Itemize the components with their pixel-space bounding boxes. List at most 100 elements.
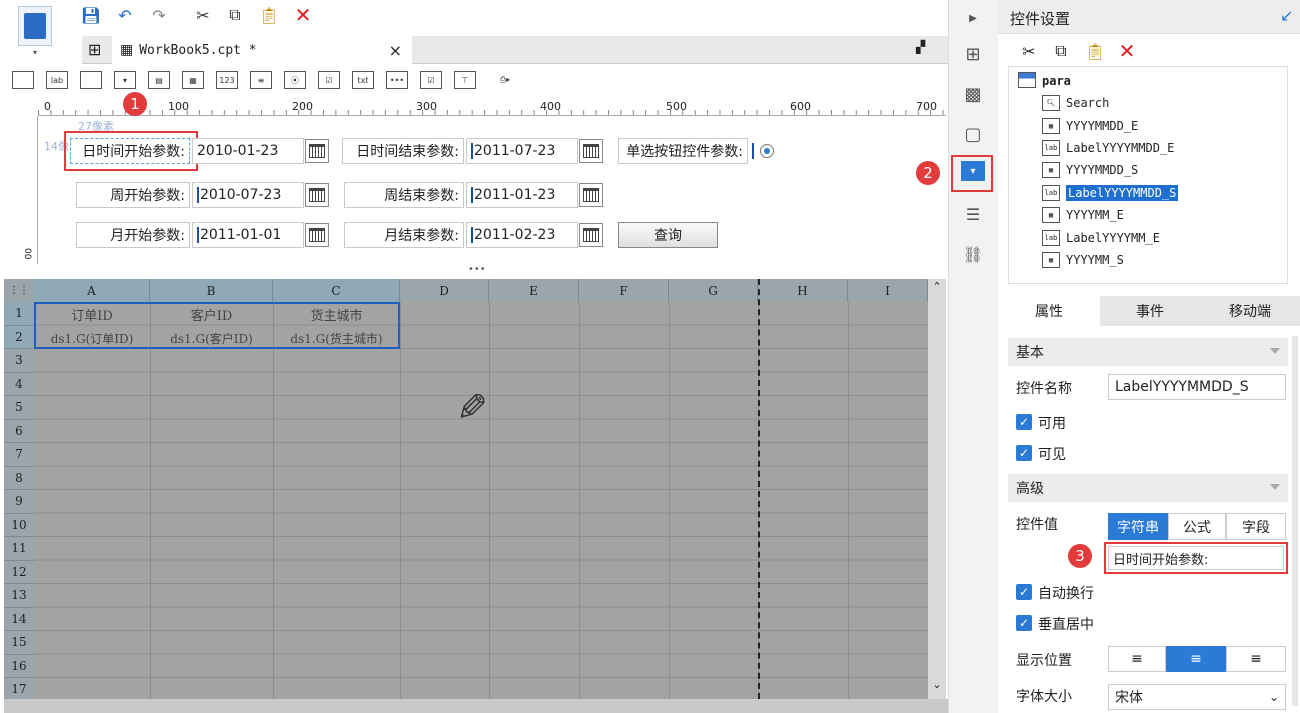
vertical-scrollbar[interactable] [928,279,946,699]
row-header-3[interactable]: 3 [4,349,34,373]
app-logo[interactable] [18,6,52,46]
radio-param-label[interactable]: 单选按钮控件参数: [618,138,748,164]
day-end-date[interactable]: 2011-07-23 [466,138,578,164]
tab-properties[interactable]: 属性 [998,296,1100,326]
undo-icon[interactable]: ↶ [114,4,136,26]
calendar-icon[interactable] [579,183,603,207]
save-icon[interactable]: 💾︎ [80,4,102,26]
row-header-7[interactable]: 7 [4,443,34,467]
textbox-widget-icon[interactable] [80,71,102,89]
cell-c1[interactable]: 货主城市 [273,303,400,326]
tree-item-label-yyyymmdd-e[interactable]: lab LabelYYYYMMDD_E [1042,138,1174,158]
combo-widget-icon[interactable]: ▤ [148,71,170,89]
widget-name-input[interactable]: LabelYYYYMMDD_S [1108,374,1286,400]
chevron-down-icon[interactable]: ▾ [18,48,52,66]
day-end-label[interactable]: 日时间结束参数: [342,138,464,164]
checkbox-widget-icon[interactable]: ☑ [420,71,442,89]
panel-scrollbar[interactable] [1292,336,1298,706]
column-header-h[interactable]: H [758,279,848,302]
textarea-widget-icon[interactable]: ≡ [250,71,272,89]
cut-icon[interactable]: ✂ [192,4,214,26]
tree-item-search[interactable]: 🔍︎ Search [1042,93,1109,113]
column-header-c[interactable]: C [273,279,400,302]
row-header-13[interactable]: 13 [4,584,34,608]
row-header-9[interactable]: 9 [4,490,34,514]
row-header-5[interactable]: 5 [4,396,34,420]
link-icon[interactable]: ⛓ [960,242,986,266]
tree-item-yyyymm-e[interactable]: ▦ YYYYMM_E [1042,205,1124,225]
cell-a1[interactable]: 订单ID [34,303,150,326]
column-header-i[interactable]: I [848,279,928,302]
week-start-date[interactable]: 2010-07-23 [192,182,304,208]
week-end-label[interactable]: 周结束参数: [344,182,464,208]
list-settings-icon[interactable]: ☰ [960,202,986,226]
query-button[interactable]: 查询 [618,222,718,248]
row-header-4[interactable]: 4 [4,372,34,396]
sheet-grid-icon[interactable]: ⊞ [88,40,108,60]
widget-info-icon[interactable]: ▩ [960,82,986,106]
frame-icon[interactable]: ▢ [960,122,986,146]
value-mode-string[interactable]: 字符串 [1108,513,1168,540]
visible-checkbox[interactable]: ✓ [1016,445,1032,461]
month-end-date[interactable]: 2011-02-23 [466,222,578,248]
password-widget-icon[interactable]: ••• [386,71,408,89]
tab-mobile[interactable]: 移动端 [1200,296,1300,326]
text-widget-icon[interactable]: txt [352,71,374,89]
tree-widget-icon[interactable]: ⊤ [454,71,476,89]
panel-copy-icon[interactable]: ⧉ [1050,40,1072,62]
scroll-up-icon[interactable]: ⌃ [928,280,946,293]
panel-cut-icon[interactable]: ✂ [1018,40,1040,62]
splitter-handle[interactable]: ••• [468,264,486,275]
panel-delete-icon[interactable]: ✕ [1116,39,1138,63]
month-start-label[interactable]: 月开始参数: [76,222,190,248]
layout-icon[interactable]: ⊞ [960,42,986,66]
paste-icon[interactable]: 📋︎ [258,4,280,26]
align-right-button[interactable]: ≡ [1226,646,1286,672]
close-icon[interactable]: × [389,41,402,60]
row-header-12[interactable]: 12 [4,560,34,584]
calendar-icon[interactable] [305,139,329,163]
calendar-icon[interactable] [579,139,603,163]
cell-b1[interactable]: 客户ID [150,303,273,326]
row-header-2[interactable]: 2 [4,325,34,349]
value-mode-formula[interactable]: 公式 [1168,513,1226,540]
label-widget-icon[interactable] [12,71,34,89]
enabled-checkbox[interactable]: ✓ [1016,414,1032,430]
row-header-8[interactable]: 8 [4,466,34,490]
row-header-1[interactable]: 1 [4,302,34,326]
tree-item-yyyymmdd-e[interactable]: ▦ YYYYMMDD_E [1042,116,1138,136]
week-start-label[interactable]: 周开始参数: [76,182,190,208]
tab-events[interactable]: 事件 [1100,296,1200,326]
section-basic[interactable]: 基本 [1008,338,1288,366]
collapse-arrow-icon[interactable]: ↙ [1280,6,1293,25]
scroll-down-icon[interactable]: ⌄ [928,678,946,691]
lab-widget-icon[interactable]: lab [46,71,68,89]
row-header-6[interactable]: 6 [4,419,34,443]
panel-paste-icon[interactable]: 📋︎ [1084,40,1106,62]
day-start-date[interactable]: 2010-01-23 [192,138,304,164]
sheet-corner[interactable]: ⋮⋮ [4,279,34,302]
column-header-a[interactable]: A [34,279,150,302]
month-end-label[interactable]: 月结束参数: [344,222,464,248]
more-widgets-icon[interactable]: ⎙▸ [494,71,516,89]
row-header-14[interactable]: 14 [4,607,34,631]
radio-button[interactable] [760,144,774,158]
vcenter-checkbox[interactable]: ✓ [1016,615,1032,631]
date-widget-icon[interactable]: ▦ [182,71,204,89]
tab-workbook[interactable]: ▦ WorkBook5.cpt * × [112,36,412,64]
tree-item-label-yyyymm-e[interactable]: lab LabelYYYYMM_E [1042,228,1160,248]
redo-icon[interactable]: ↷ [148,4,170,26]
tab-menu-icon[interactable]: ▞ [916,40,925,54]
row-header-17[interactable]: 17 [4,678,34,702]
autowrap-checkbox[interactable]: ✓ [1016,584,1032,600]
dropdown-widget-icon[interactable]: ▾ [114,71,136,89]
calendar-icon[interactable] [305,223,329,247]
cell-c2[interactable]: ds1.G(货主城市) [273,327,400,350]
tree-item-yyyymm-s[interactable]: ▦ YYYYMM_S [1042,250,1124,270]
expand-arrow-icon[interactable]: ▶ [960,6,986,30]
week-end-date[interactable]: 2011-01-23 [466,182,578,208]
column-header-b[interactable]: B [150,279,273,302]
checkbox-group-icon[interactable]: ☑ [318,71,340,89]
number-widget-icon[interactable]: 123 [216,71,238,89]
align-left-button[interactable]: ≡ [1108,646,1166,672]
